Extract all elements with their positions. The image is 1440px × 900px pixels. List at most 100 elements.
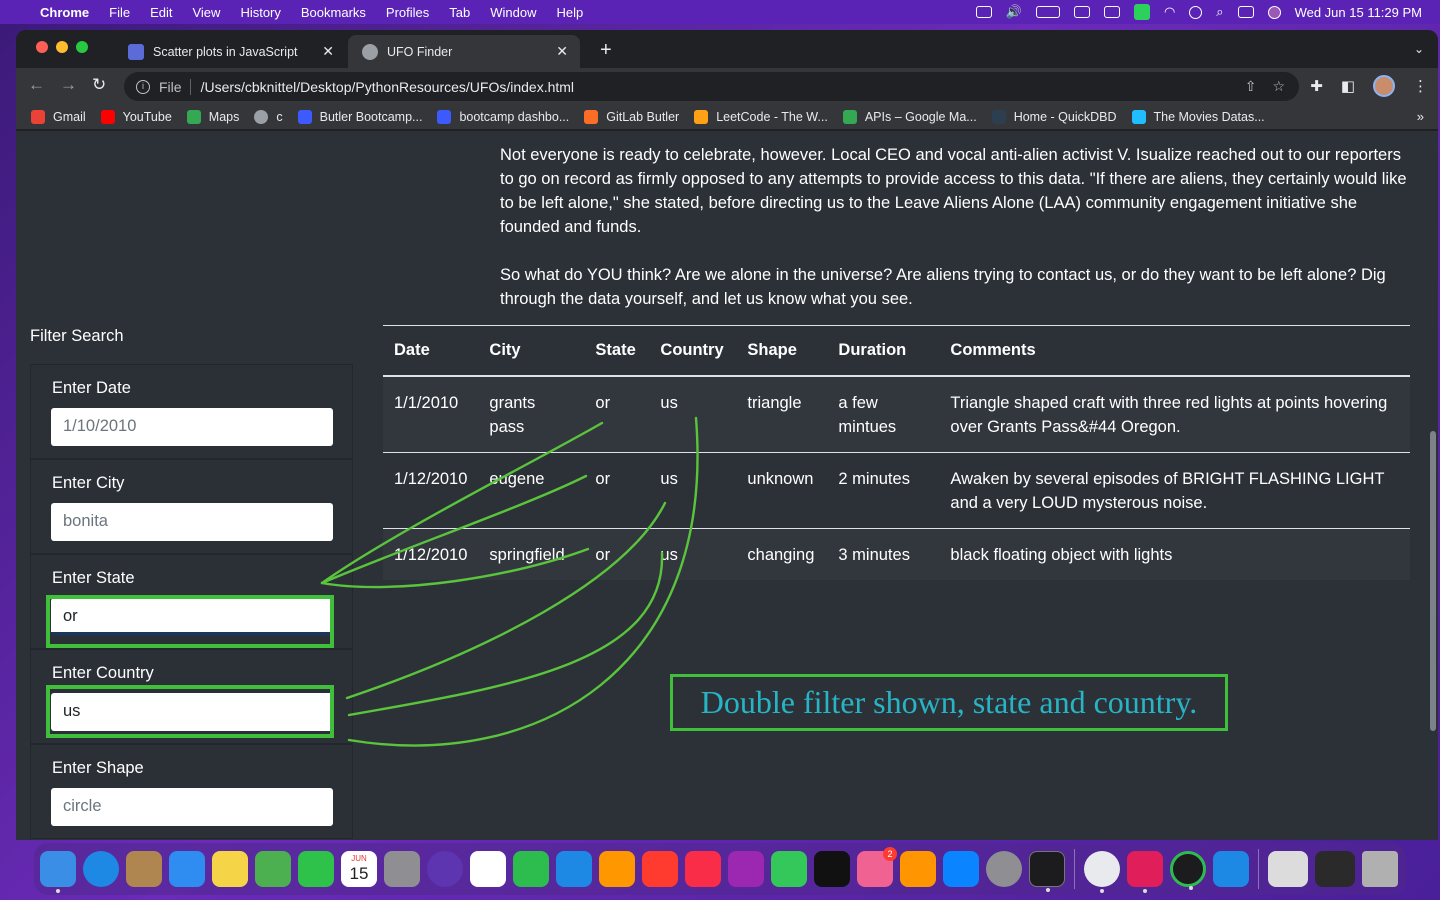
menu-window[interactable]: Window <box>490 5 536 20</box>
close-tab-icon[interactable]: ✕ <box>556 43 568 60</box>
new-tab-button[interactable]: + <box>600 39 612 62</box>
settings-app-icon[interactable] <box>986 851 1022 887</box>
bookmarks-overflow-button[interactable]: » <box>1417 109 1424 124</box>
bookmark-butler-bootcamp[interactable]: Butler Bootcamp... <box>297 109 422 124</box>
screen-mirroring-icon[interactable] <box>975 6 992 18</box>
trash-app-icon[interactable] <box>1362 851 1398 887</box>
chrome-app-icon[interactable] <box>1084 851 1120 893</box>
terminal-window-thumbnail[interactable] <box>1315 851 1355 887</box>
tv-app-icon[interactable] <box>814 851 850 887</box>
minimize-window-button[interactable] <box>56 41 68 53</box>
finder-app-icon[interactable] <box>40 851 76 893</box>
menu-app-name[interactable]: Chrome <box>40 5 89 20</box>
maps-app-icon[interactable] <box>255 851 291 887</box>
tab-search-button[interactable]: ⌄ <box>1414 42 1424 56</box>
date-input[interactable]: 1/10/2010 <box>51 408 333 446</box>
menu-view[interactable]: View <box>192 5 220 20</box>
slack-app-icon[interactable] <box>1127 851 1163 893</box>
share-icon[interactable]: ⇧ <box>1245 78 1257 95</box>
site-info-icon[interactable]: i <box>136 79 150 94</box>
books-app-icon[interactable] <box>900 851 936 887</box>
keyboard-window-thumbnail[interactable] <box>1268 851 1308 887</box>
terminal-app-icon[interactable] <box>1029 851 1065 892</box>
podcasts-app-icon[interactable] <box>728 851 764 887</box>
address-bar[interactable]: i File /Users/cbknittel/Desktop/PythonRe… <box>124 72 1299 101</box>
side-panel-icon[interactable]: ◧ <box>1341 77 1355 95</box>
country-input[interactable]: us <box>51 693 333 731</box>
chrome-menu-icon[interactable]: ⋮ <box>1413 77 1428 95</box>
reload-button[interactable]: ↻ <box>92 75 106 95</box>
back-button[interactable]: ← <box>28 75 45 95</box>
reminders-app-icon[interactable] <box>470 851 506 887</box>
notes-app-icon[interactable] <box>212 851 248 887</box>
col-header-country: Country <box>649 325 737 377</box>
maximize-window-button[interactable] <box>76 41 88 53</box>
cell-duration: a few mintues <box>838 393 897 436</box>
bookmark-maps[interactable]: Maps <box>186 109 239 124</box>
pages-app-icon[interactable] <box>599 851 635 887</box>
forward-button[interactable]: → <box>60 75 77 95</box>
page-scrollbar[interactable] <box>1428 431 1438 731</box>
cell-city: grants pass <box>489 393 536 436</box>
menu-history[interactable]: History <box>240 5 280 20</box>
messages-app-icon[interactable] <box>771 851 807 887</box>
keynote-app-icon[interactable] <box>556 851 592 887</box>
filter-title: Filter Search <box>30 327 124 345</box>
menu-clock[interactable]: Wed Jun 15 11:29 PM <box>1295 5 1422 20</box>
user-icon[interactable] <box>1189 5 1203 19</box>
siri-app-icon[interactable] <box>427 851 463 887</box>
tab-ufo-finder[interactable]: UFO Finder ✕ <box>348 35 580 68</box>
filter-group-shape: Enter Shape circle <box>30 744 353 839</box>
volume-icon[interactable]: 🔊 <box>1006 4 1022 20</box>
app-status-icon[interactable] <box>1133 4 1150 20</box>
battery-icon[interactable] <box>1035 6 1060 18</box>
news-app-icon[interactable] <box>642 851 678 887</box>
numbers-app-icon[interactable] <box>513 851 549 887</box>
control-center-icon[interactable] <box>1237 6 1254 18</box>
filter-group-state: Enter State or <box>30 554 353 649</box>
appstore-app-icon[interactable] <box>943 851 979 887</box>
bookmark-gmail[interactable]: Gmail <box>31 109 86 124</box>
launchpad-app-icon[interactable] <box>384 851 420 887</box>
menu-bookmarks[interactable]: Bookmarks <box>301 5 366 20</box>
bookmark-bootcamp-dashboard[interactable]: bootcamp dashbo... <box>437 109 569 124</box>
bookmark-movies-dataset[interactable]: The Movies Datas... <box>1131 109 1265 124</box>
state-input[interactable]: or <box>51 598 333 636</box>
shape-input[interactable]: circle <box>51 788 333 826</box>
car-icon[interactable] <box>1073 6 1090 18</box>
vscode-app-icon[interactable] <box>1213 851 1249 887</box>
bulldog-icon <box>297 109 312 124</box>
city-input[interactable]: bonita <box>51 503 333 541</box>
calendar-app-icon[interactable]: JUN 15 <box>341 851 377 887</box>
extensions-puzzle-icon[interactable]: ✚ <box>1310 77 1323 95</box>
menu-tab[interactable]: Tab <box>449 5 470 20</box>
facetime-app-icon[interactable] <box>298 851 334 887</box>
profile-avatar[interactable] <box>1373 75 1395 97</box>
spotlight-search-icon[interactable]: ⌕ <box>1216 4 1223 20</box>
bookmark-google-maps-apis[interactable]: APIs – Google Ma... <box>842 109 977 124</box>
close-window-button[interactable] <box>36 41 48 53</box>
music-app-icon[interactable] <box>685 851 721 887</box>
bookmark-youtube[interactable]: YouTube <box>100 109 172 124</box>
url-text[interactable]: /Users/cbknittel/Desktop/PythonResources… <box>201 79 574 95</box>
tab-scatter-plots[interactable]: Scatter plots in JavaScript ✕ <box>114 35 346 68</box>
bookmark-gitlab-butler[interactable]: GitLab Butler <box>584 109 679 124</box>
contacts-app-icon[interactable] <box>126 851 162 887</box>
siri-icon[interactable] <box>1267 5 1281 19</box>
menu-help[interactable]: Help <box>557 5 584 20</box>
bookmark-c[interactable]: c <box>254 109 283 124</box>
activity-app-icon[interactable] <box>1170 851 1206 890</box>
safari-app-icon[interactable] <box>83 851 119 887</box>
wifi-icon[interactable]: ◠ <box>1164 4 1175 20</box>
window-icon[interactable] <box>1103 6 1120 18</box>
close-tab-icon[interactable]: ✕ <box>322 43 334 60</box>
photos-app-icon[interactable]: 2 <box>857 847 897 887</box>
bookmark-leetcode[interactable]: LeetCode - The W... <box>694 109 828 124</box>
scrollbar-thumb[interactable] <box>1430 431 1436 731</box>
menu-profiles[interactable]: Profiles <box>386 5 429 20</box>
menu-edit[interactable]: Edit <box>150 5 172 20</box>
menu-file[interactable]: File <box>109 5 130 20</box>
mail-app-icon[interactable] <box>169 851 205 887</box>
bookmark-quickdbd[interactable]: Home - QuickDBD <box>991 109 1117 124</box>
bookmark-star-icon[interactable]: ☆ <box>1272 78 1285 95</box>
